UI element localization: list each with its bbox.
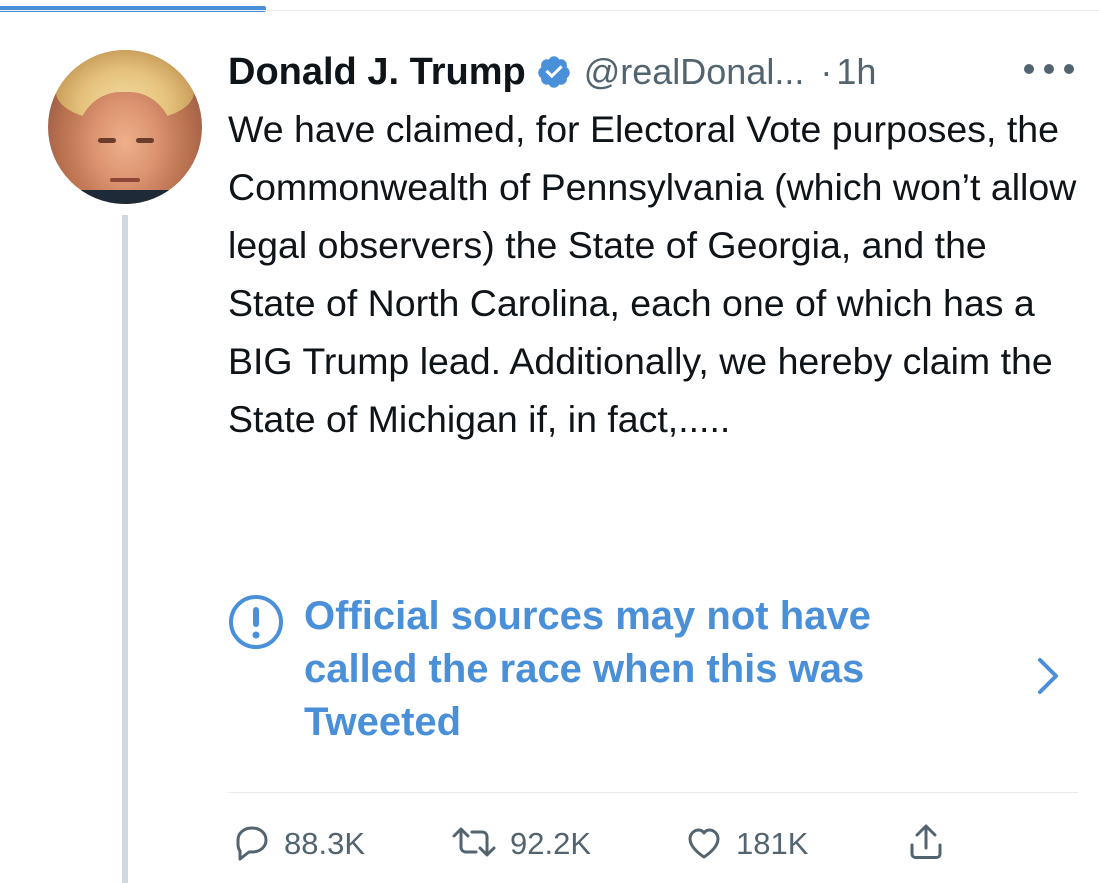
tweet-actions: 88.3K 92.2K 181K: [228, 812, 1078, 876]
reply-button[interactable]: 88.3K: [228, 812, 365, 876]
like-button[interactable]: 181K: [680, 812, 808, 876]
time-separator: ·: [820, 51, 833, 92]
retweet-count: 92.2K: [510, 826, 592, 861]
tweet-header: Donald J. Trump @realDonal... · 1h: [228, 44, 876, 100]
tweet-time[interactable]: 1h: [836, 51, 876, 93]
notice-text[interactable]: Official sources may not have called the…: [304, 590, 964, 749]
election-notice[interactable]: Official sources may not have called the…: [228, 590, 1078, 750]
author-handle[interactable]: @realDonal...: [584, 51, 805, 93]
tweet-text: We have claimed, for Electoral Vote purp…: [228, 108, 1077, 440]
like-count: 181K: [736, 826, 809, 861]
share-icon: [902, 818, 950, 871]
verified-badge-icon: [536, 54, 572, 90]
tab-indicator: [0, 6, 266, 12]
like-icon: [680, 818, 728, 871]
warning-icon: [228, 594, 284, 650]
share-button[interactable]: [902, 812, 950, 876]
reply-icon: [228, 818, 276, 871]
author-avatar[interactable]: [48, 50, 202, 204]
more-icon[interactable]: [1024, 54, 1074, 84]
reply-count: 88.3K: [284, 826, 366, 861]
top-divider: [0, 10, 1099, 11]
retweet-icon: [446, 818, 502, 871]
chevron-right-icon[interactable]: [1034, 654, 1064, 698]
thread-line: [122, 215, 128, 883]
actions-divider: [228, 792, 1078, 793]
retweet-button[interactable]: 92.2K: [446, 812, 591, 876]
author-name[interactable]: Donald J. Trump: [228, 51, 526, 94]
